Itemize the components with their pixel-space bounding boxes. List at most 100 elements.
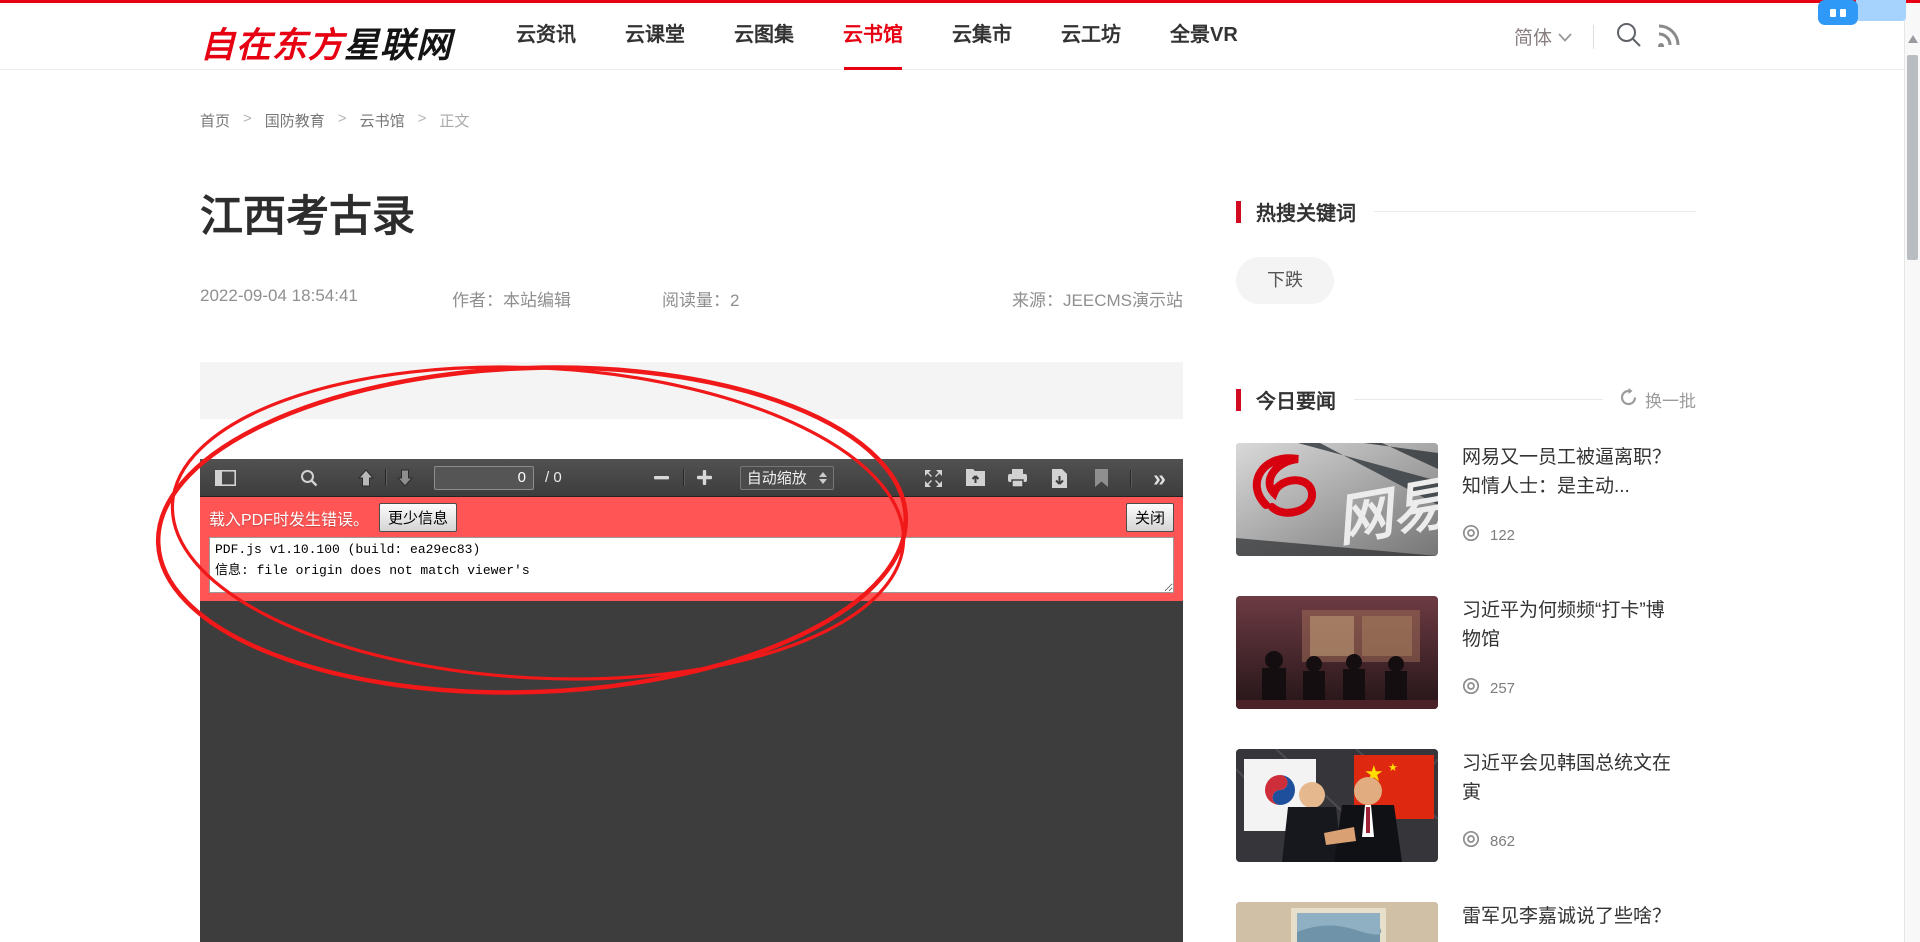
logo-text-red: 自在东方: [200, 26, 344, 65]
rss-icon[interactable]: [1657, 22, 1682, 52]
download-icon[interactable]: [1046, 465, 1073, 492]
today-news-heading: 今日要闻 换一批: [1236, 385, 1696, 414]
language-selector[interactable]: 简体: [1514, 23, 1572, 50]
pdf-viewer-canvas-area[interactable]: [200, 601, 1183, 942]
less-info-button[interactable]: 更少信息: [379, 503, 457, 532]
page-title: 江西考古录: [200, 182, 415, 244]
right-sidebar: 热搜关键词 下跌 今日要闻 换一批: [1236, 0, 1696, 942]
hot-keyword-tag[interactable]: 下跌: [1236, 257, 1334, 304]
news-item[interactable]: 雷军见李嘉诚说了些啥？: [1236, 902, 1696, 942]
refresh-label: 换一批: [1645, 387, 1696, 412]
select-spinner-icon: [819, 472, 827, 484]
news-views: 862: [1462, 830, 1696, 852]
header-right-tools: 简体: [1514, 3, 1682, 70]
toolbar-right-group: »: [920, 459, 1173, 497]
page-number-input[interactable]: [434, 466, 534, 490]
page-up-icon[interactable]: [352, 464, 379, 491]
zoom-in-icon[interactable]: [691, 464, 718, 491]
article-read-count: 阅读量：2: [662, 286, 739, 311]
site-header: 自在东方星联网 云资讯 云课堂 云图集 云书馆 云集市 云工坊 全景VR 简体: [0, 3, 1904, 70]
news-title[interactable]: 雷军见李嘉诚说了些啥？: [1462, 902, 1680, 931]
news-title[interactable]: 网易又一员工被逼离职？知情人士：是主动...: [1462, 443, 1680, 501]
pdf-error-wrapper: 载入PDF时发生错误。 更少信息 关闭 PDF.js v1.10.100 (bu…: [200, 497, 1183, 601]
leaders-handshake-illustration: ★ ★: [1236, 749, 1438, 862]
news-list: 网易 网易又一员工被逼离职？知情人士：是主动... 122: [1236, 443, 1696, 942]
presentation-mode-icon[interactable]: [920, 465, 947, 492]
breadcrumb: 首页 > 国防教育 > 云书馆 > 正文: [200, 110, 469, 131]
toolbar-separator: [385, 469, 386, 486]
views-count: 122: [1490, 527, 1515, 544]
nav-item-yunshuguan[interactable]: 云书馆: [843, 3, 903, 70]
museum-illustration: [1236, 596, 1438, 709]
find-icon[interactable]: [295, 464, 322, 491]
toolbar-separator: [683, 469, 684, 486]
article-summary-box: [200, 362, 1183, 419]
article-source: 来源：JEECMS演示站: [1012, 286, 1183, 311]
article-date: 2022-09-04 18:54:41: [200, 286, 358, 306]
news-views: 257: [1462, 677, 1696, 699]
news-title[interactable]: 习近平会见韩国总统文在寅: [1462, 749, 1680, 807]
site-logo[interactable]: 自在东方星联网: [200, 17, 452, 68]
news-item[interactable]: 习近平为何频频“打卡”博物馆 257: [1236, 596, 1696, 709]
breadcrumb-category[interactable]: 国防教育: [265, 110, 325, 131]
language-label: 简体: [1514, 23, 1552, 50]
news-thumbnail[interactable]: [1236, 596, 1438, 709]
news-item[interactable]: ★ ★ 习近平会见韩国总统文在寅 862: [1236, 749, 1696, 862]
zoom-mode-select[interactable]: 自动缩放: [740, 466, 834, 490]
search-icon[interactable]: [1615, 21, 1642, 53]
print-icon[interactable]: [1004, 465, 1031, 492]
pdf-error-message: 载入PDF时发生错误。: [209, 506, 369, 530]
svg-text:★: ★: [1388, 762, 1398, 774]
header-divider: [1593, 25, 1594, 49]
nav-item-yunjishi[interactable]: 云集市: [952, 3, 1012, 70]
scrollbar-thumb[interactable]: [1907, 55, 1918, 260]
news-item[interactable]: 网易 网易又一员工被逼离职？知情人士：是主动... 122: [1236, 443, 1696, 556]
zoom-out-icon[interactable]: [648, 464, 675, 491]
views-icon: [1462, 677, 1480, 699]
breadcrumb-separator: >: [243, 110, 252, 131]
browser-extension-badge-tail: [1856, 0, 1906, 21]
views-count: 862: [1490, 833, 1515, 850]
news-title[interactable]: 习近平为何频频“打卡”博物馆: [1462, 596, 1680, 654]
more-tools-icon[interactable]: »: [1146, 465, 1173, 492]
nav-item-yungongfang[interactable]: 云工坊: [1061, 3, 1121, 70]
heading-divider-line: [1374, 211, 1696, 212]
close-error-button[interactable]: 关闭: [1126, 503, 1174, 532]
error-details-textarea[interactable]: PDF.js v1.10.100 (build: ea29ec83) 信息: f…: [209, 537, 1174, 593]
nav-item-yunzixun[interactable]: 云资讯: [516, 3, 576, 70]
nav-item-yuntuji[interactable]: 云图集: [734, 3, 794, 70]
today-news-title: 今日要闻: [1256, 385, 1336, 414]
breadcrumb-channel[interactable]: 云书馆: [360, 110, 405, 131]
breadcrumb-home[interactable]: 首页: [200, 110, 230, 131]
nav-item-quanjingvr[interactable]: 全景VR: [1170, 3, 1238, 70]
pdf-toolbar: / 0 自动缩放: [200, 459, 1183, 497]
news-thumbnail[interactable]: ★ ★: [1236, 749, 1438, 862]
views-icon: [1462, 830, 1480, 852]
open-file-icon[interactable]: [962, 465, 989, 492]
news-thumbnail[interactable]: 网易: [1236, 443, 1438, 556]
heading-accent-bar: [1236, 389, 1241, 411]
sidebar-toggle-icon[interactable]: [212, 464, 239, 491]
refresh-icon: [1619, 388, 1638, 412]
refresh-batch-button[interactable]: 换一批: [1619, 387, 1696, 412]
bookmark-icon[interactable]: [1088, 465, 1115, 492]
views-count: 257: [1490, 680, 1515, 697]
article-meta: 2022-09-04 18:54:41 作者：本站编辑 阅读量：2 来源：JEE…: [200, 286, 1183, 308]
heading-accent-bar: [1236, 201, 1241, 223]
toolbar-separator: [1130, 470, 1131, 487]
news-views: 122: [1462, 524, 1696, 546]
page-down-icon[interactable]: [391, 464, 418, 491]
browser-extension-badge[interactable]: [1818, 0, 1858, 25]
page-scrollbar[interactable]: [1904, 3, 1920, 942]
group-meeting-illustration: [1236, 902, 1438, 942]
hot-keywords-title: 热搜关键词: [1256, 197, 1356, 226]
zoom-mode-value: 自动缩放: [747, 467, 807, 488]
page-total-label: / 0: [545, 469, 562, 486]
article-author: 作者：本站编辑: [452, 286, 571, 311]
hot-keywords-heading: 热搜关键词: [1236, 197, 1696, 226]
netease-logo-illustration: 网易: [1236, 443, 1438, 556]
news-thumbnail[interactable]: [1236, 902, 1438, 942]
scrollbar-up-arrow[interactable]: [1908, 35, 1918, 43]
top-accent-line: [0, 0, 1920, 3]
nav-item-yunketang[interactable]: 云课堂: [625, 3, 685, 70]
